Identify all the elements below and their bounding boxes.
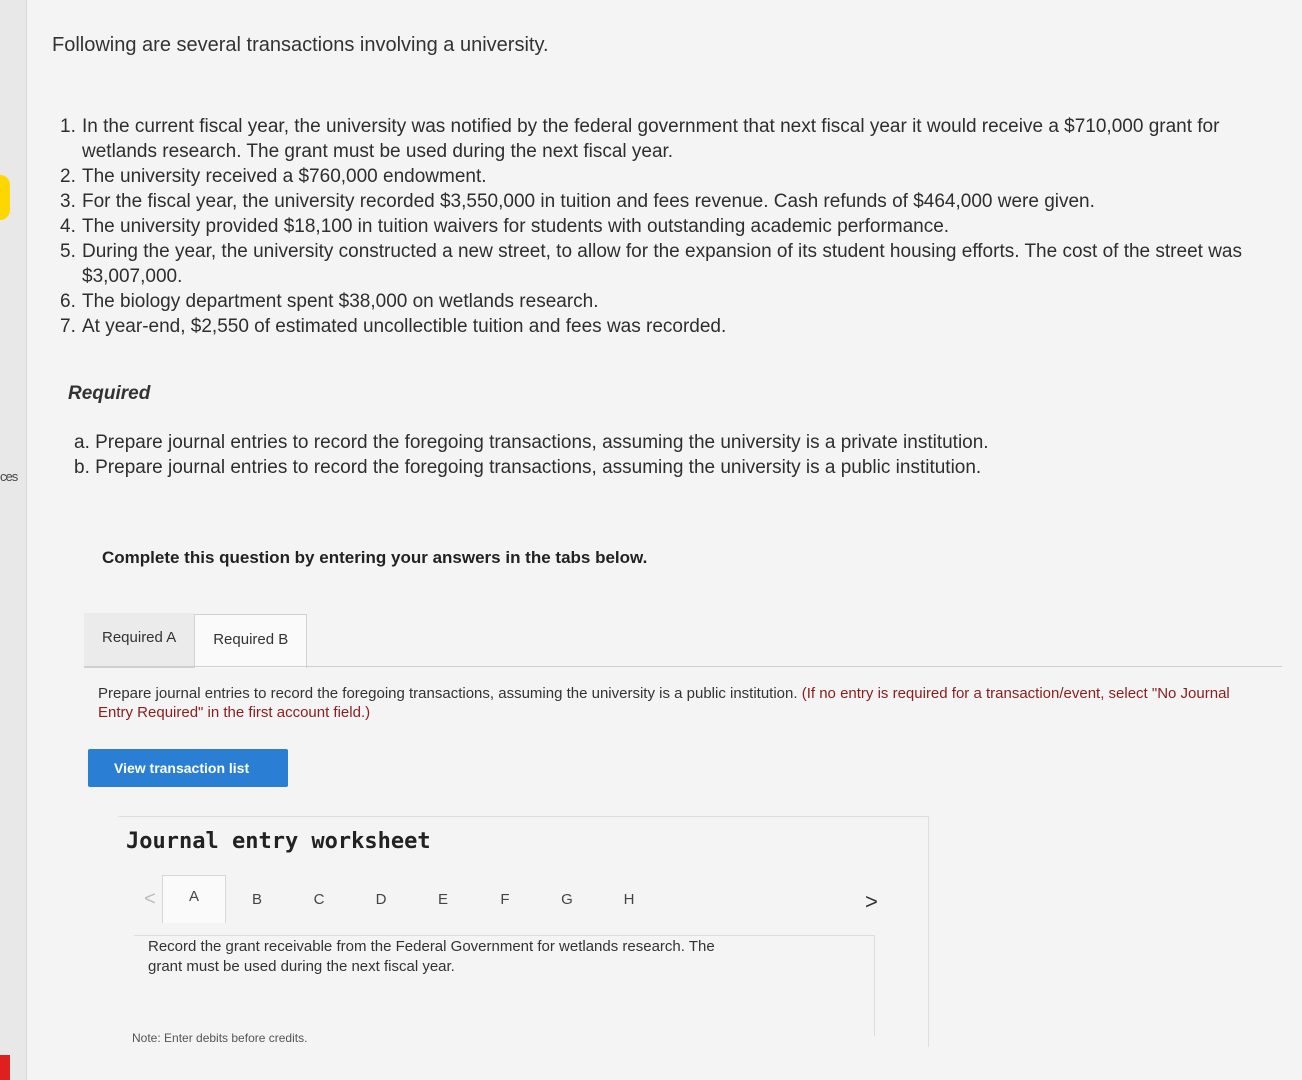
transaction-text: The university provided $18,100 in tuiti… bbox=[82, 216, 950, 237]
worksheet-note: Note: Enter debits before credits. bbox=[132, 1031, 308, 1045]
transaction-list: 1. In the current fiscal year, the unive… bbox=[60, 114, 1296, 339]
worksheet-description: Record the grant receivable from the Fed… bbox=[148, 938, 715, 975]
worksheet-tab-f[interactable]: F bbox=[474, 879, 536, 920]
transaction-number: 3. bbox=[60, 191, 76, 212]
worksheet-tab-d[interactable]: D bbox=[350, 879, 412, 920]
worksheet-tab-g[interactable]: G bbox=[536, 879, 598, 920]
tab-required-b[interactable]: Required B bbox=[194, 614, 308, 668]
worksheet-tabs: < A B C D E F G H bbox=[138, 875, 660, 923]
instructions-main: Prepare journal entries to record the fo… bbox=[98, 685, 798, 702]
transaction-item: 2. The university received a $760,000 en… bbox=[60, 164, 1296, 189]
required-heading: Required bbox=[68, 383, 151, 404]
required-tabs: Required A Required B bbox=[84, 610, 308, 668]
worksheet-tab-e[interactable]: E bbox=[412, 879, 474, 920]
transaction-item: 4. The university provided $18,100 in tu… bbox=[60, 214, 1296, 239]
worksheet-title: Journal entry worksheet bbox=[126, 829, 431, 854]
transaction-item: 5. During the year, the university const… bbox=[60, 239, 1296, 289]
chevron-right-icon[interactable]: > bbox=[865, 889, 878, 915]
transaction-item: 3. For the fiscal year, the university r… bbox=[60, 189, 1296, 214]
transaction-item: 6. The biology department spent $38,000 … bbox=[60, 289, 1296, 314]
worksheet-tab-h[interactable]: H bbox=[598, 879, 660, 920]
sidebar-red-marker bbox=[0, 1055, 10, 1080]
chevron-left-icon[interactable]: < bbox=[138, 888, 162, 911]
view-transaction-list-button[interactable]: View transaction list bbox=[88, 749, 288, 787]
transaction-number: 5. bbox=[60, 241, 76, 262]
tab-required-a[interactable]: Required A bbox=[84, 613, 195, 668]
intro-text: Following are several transactions invol… bbox=[52, 34, 549, 56]
required-item: b. Prepare journal entries to record the… bbox=[74, 457, 982, 478]
sidebar-text-fragment: ces bbox=[0, 469, 18, 484]
journal-entry-worksheet: Journal entry worksheet < A B C D E F G … bbox=[118, 816, 929, 1047]
transaction-text: During the year, the university construc… bbox=[82, 241, 1242, 287]
sidebar-highlight bbox=[0, 175, 10, 220]
left-sidebar-edge bbox=[0, 0, 27, 1080]
transaction-number: 2. bbox=[60, 166, 76, 187]
transaction-text: The university received a $760,000 endow… bbox=[82, 166, 487, 187]
transaction-item: 7. At year-end, $2,550 of estimated unco… bbox=[60, 314, 1296, 339]
instructions: Prepare journal entries to record the fo… bbox=[98, 684, 1268, 722]
required-list: a. Prepare journal entries to record the… bbox=[74, 430, 989, 480]
transaction-item: 1. In the current fiscal year, the unive… bbox=[60, 114, 1296, 164]
worksheet-tab-b[interactable]: B bbox=[226, 879, 288, 920]
tab-divider bbox=[84, 666, 1282, 667]
page: ces Following are several transactions i… bbox=[0, 0, 1302, 1080]
transaction-text: For the fiscal year, the university reco… bbox=[82, 191, 1095, 212]
worksheet-tab-c[interactable]: C bbox=[288, 879, 350, 920]
complete-question-note: Complete this question by entering your … bbox=[102, 548, 648, 567]
worksheet-tab-a[interactable]: A bbox=[162, 875, 226, 923]
transaction-number: 6. bbox=[60, 291, 76, 312]
transaction-number: 7. bbox=[60, 316, 76, 337]
transaction-text: The biology department spent $38,000 on … bbox=[82, 291, 599, 312]
transaction-number: 4. bbox=[60, 216, 76, 237]
transaction-number: 1. bbox=[60, 116, 76, 137]
required-item: a. Prepare journal entries to record the… bbox=[74, 432, 989, 453]
transaction-text: At year-end, $2,550 of estimated uncolle… bbox=[82, 316, 727, 337]
transaction-text: In the current fiscal year, the universi… bbox=[82, 116, 1220, 162]
